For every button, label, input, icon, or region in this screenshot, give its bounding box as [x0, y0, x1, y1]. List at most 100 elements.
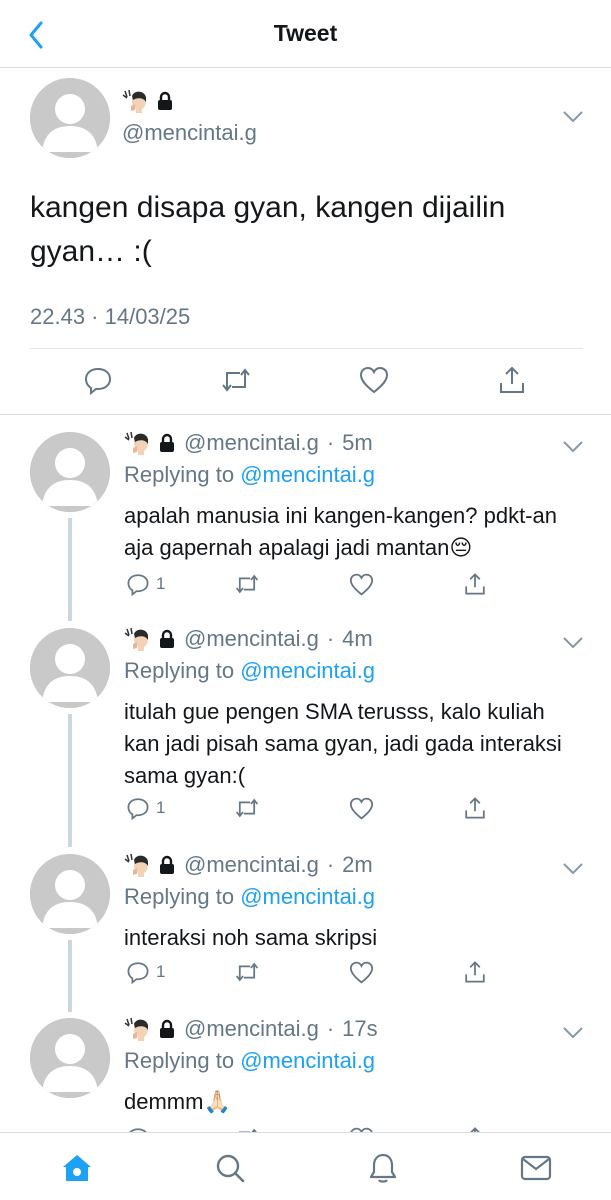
reply-count: 1	[156, 962, 166, 981]
reply-button[interactable]: 1	[126, 958, 165, 986]
retweet-icon	[235, 574, 259, 594]
share-icon	[465, 573, 485, 595]
reply-tweet[interactable]: @mencintai.g · 2m Replying to @mencintai…	[0, 844, 611, 1008]
reply-actions: 1	[0, 570, 611, 600]
bottom-nav	[0, 1132, 611, 1200]
relative-time: 2m	[342, 852, 373, 877]
handle[interactable]: @mencintai.g	[122, 120, 257, 146]
share-icon	[465, 797, 485, 819]
nail-polish-emoji-icon	[124, 1016, 150, 1042]
mention-link[interactable]: @mencintai.g	[240, 1048, 375, 1073]
retweet-button[interactable]	[234, 570, 260, 598]
replying-to: Replying to @mencintai.g	[124, 658, 375, 684]
retweet-icon	[222, 368, 250, 392]
reply-icon	[127, 962, 149, 984]
reply-button[interactable]: 1	[126, 794, 165, 822]
share-button[interactable]	[463, 1124, 487, 1132]
retweet-icon	[235, 798, 259, 818]
reply-button[interactable]: 1	[126, 570, 165, 598]
chevron-down-icon[interactable]	[562, 1026, 584, 1040]
reply-tweet[interactable]: @mencintai.g · 17s Replying to @mencinta…	[0, 1008, 611, 1132]
reply-tweet[interactable]: @mencintai.g · 4m Replying to @mencintai…	[0, 618, 611, 844]
share-button[interactable]	[463, 958, 487, 986]
lock-icon	[158, 629, 176, 649]
reply-button[interactable]	[82, 364, 114, 396]
like-button[interactable]	[349, 958, 374, 986]
share-button[interactable]	[496, 364, 528, 396]
heart-icon	[349, 573, 374, 596]
nav-messages[interactable]	[519, 1151, 553, 1185]
reply-header: @mencintai.g · 5m	[124, 430, 373, 456]
heart-icon	[349, 961, 374, 984]
reply-header: @mencintai.g · 2m	[124, 852, 373, 878]
avatar[interactable]	[30, 1018, 110, 1098]
separator: ·	[326, 626, 335, 651]
chevron-down-icon[interactable]	[562, 636, 584, 650]
reply-icon	[127, 798, 149, 820]
lock-icon	[158, 1019, 176, 1039]
handle[interactable]: @mencintai.g	[184, 1016, 319, 1042]
heart-icon	[349, 797, 374, 820]
like-button[interactable]	[358, 364, 390, 396]
handle[interactable]: @mencintai.g	[184, 852, 319, 878]
retweet-button[interactable]	[220, 364, 252, 396]
retweet-icon	[235, 962, 259, 982]
lock-icon	[156, 91, 174, 111]
separator: ·	[326, 1016, 335, 1041]
nail-polish-emoji-icon	[122, 88, 148, 114]
reply-header: @mencintai.g · 17s	[124, 1016, 378, 1042]
avatar[interactable]	[30, 432, 110, 512]
mention-link[interactable]: @mencintai.g	[240, 462, 375, 487]
nav-search[interactable]	[213, 1151, 247, 1185]
heart-icon	[359, 366, 389, 394]
tweet-actions	[0, 364, 611, 404]
relative-time: 17s	[342, 1016, 378, 1041]
share-button[interactable]	[463, 794, 487, 822]
replying-prefix: Replying to	[124, 658, 235, 683]
notifications-icon	[369, 1153, 397, 1183]
reply-button[interactable]	[126, 1124, 150, 1132]
chevron-down-icon[interactable]	[562, 110, 584, 124]
reply-text: demmm🙏🏻	[124, 1089, 231, 1114]
share-icon	[465, 961, 485, 983]
retweet-button[interactable]	[234, 958, 260, 986]
replying-prefix: Replying to	[124, 884, 235, 909]
nav-notifications[interactable]	[366, 1151, 400, 1185]
display-name[interactable]	[122, 88, 174, 114]
like-button[interactable]	[349, 794, 374, 822]
avatar[interactable]	[30, 78, 110, 158]
retweet-button[interactable]	[234, 1124, 260, 1132]
nail-polish-emoji-icon	[124, 852, 150, 878]
reply-count: 1	[156, 798, 166, 817]
reply-text: apalah manusia ini kangen-kangen? pdkt-a…	[124, 503, 557, 560]
reply-icon	[84, 367, 112, 395]
messages-icon	[520, 1155, 552, 1181]
reply-actions: 1	[0, 958, 611, 988]
handle[interactable]: @mencintai.g	[184, 626, 319, 652]
relative-time: 4m	[342, 626, 373, 651]
replying-to: Replying to @mencintai.g	[124, 884, 375, 910]
avatar[interactable]	[30, 854, 110, 934]
main-tweet: @mencintai.g kangen disapa gyan, kangen …	[0, 68, 611, 415]
reply-text: interaksi noh sama skripsi	[124, 925, 378, 950]
chevron-down-icon[interactable]	[562, 862, 584, 876]
tweet-timestamp: 22.43 · 14/03/25	[30, 304, 191, 329]
handle[interactable]: @mencintai.g	[184, 430, 319, 456]
separator: ·	[326, 430, 335, 455]
chevron-down-icon[interactable]	[562, 440, 584, 454]
replying-to: Replying to @mencintai.g	[124, 462, 375, 488]
reply-actions: 1	[0, 794, 611, 824]
share-button[interactable]	[463, 570, 487, 598]
replying-to: Replying to @mencintai.g	[124, 1048, 375, 1074]
avatar[interactable]	[30, 628, 110, 708]
nav-home[interactable]	[60, 1151, 94, 1185]
mention-link[interactable]: @mencintai.g	[240, 884, 375, 909]
retweet-button[interactable]	[234, 794, 260, 822]
mention-link[interactable]: @mencintai.g	[240, 658, 375, 683]
relative-time: 5m	[342, 430, 373, 455]
like-button[interactable]	[349, 1124, 374, 1132]
reply-tweet[interactable]: @mencintai.g · 5m Replying to @mencintai…	[0, 422, 611, 618]
reply-header: @mencintai.g · 4m	[124, 626, 373, 652]
like-button[interactable]	[349, 570, 374, 598]
page-title: Tweet	[273, 20, 338, 46]
